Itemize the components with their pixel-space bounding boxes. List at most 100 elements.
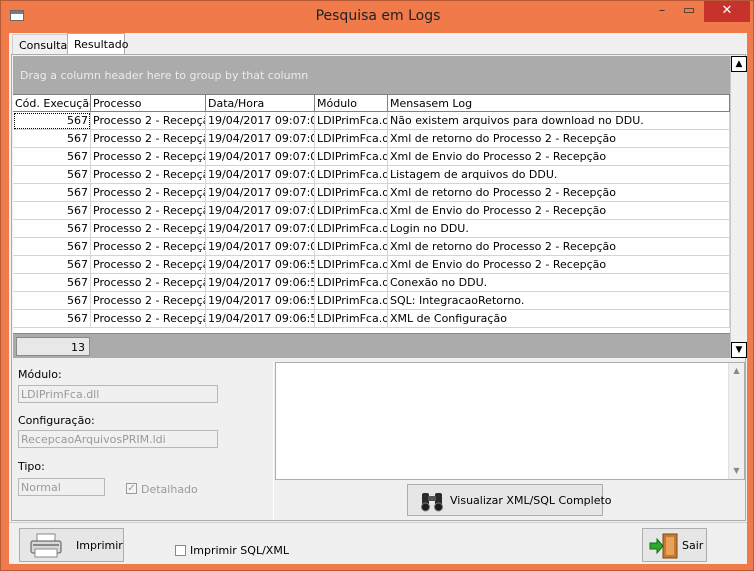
configuracao-field[interactable]: RecepcaoArquivosPRIM.ldi bbox=[18, 430, 218, 448]
cell-cod-execucao[interactable]: 567 bbox=[13, 130, 91, 148]
cell-cod-execucao[interactable]: 567 bbox=[13, 274, 91, 292]
cell-processo[interactable]: Processo 2 - Recepção bbox=[91, 130, 206, 148]
cell-mensagem-log[interactable]: Conexão no DDU. bbox=[388, 274, 730, 292]
cell-data-hora[interactable]: 19/04/2017 09:07:01 bbox=[206, 238, 315, 256]
cell-modulo[interactable]: LDIPrimFca.dll bbox=[315, 310, 388, 328]
memo-vertical-scrollbar[interactable]: ▲ ▼ bbox=[728, 363, 744, 479]
table-row[interactable]: 567 Processo 2 - Recepção 19/04/2017 09:07… bbox=[13, 202, 730, 220]
cell-mensagem-log[interactable]: Xml de retorno do Processo 2 - Recepção bbox=[388, 130, 730, 148]
cell-mensagem-log[interactable]: XML de Configuração bbox=[388, 310, 730, 328]
detalhado-checkbox[interactable]: ✓ bbox=[126, 483, 137, 494]
cell-mensagem-log[interactable]: Xml de Envio do Processo 2 - Recepção bbox=[388, 256, 730, 274]
memo-scroll-up-icon[interactable]: ▲ bbox=[729, 363, 744, 378]
cell-modulo[interactable]: LDIPrimFca.dll bbox=[315, 220, 388, 238]
cell-modulo[interactable]: LDIPrimFca.dll bbox=[315, 202, 388, 220]
column-header-modulo[interactable]: Módulo bbox=[315, 95, 388, 112]
cell-cod-execucao[interactable]: 567 bbox=[13, 310, 91, 328]
cell-data-hora[interactable]: 19/04/2017 09:07:01 bbox=[206, 220, 315, 238]
cell-processo[interactable]: Processo 2 - Recepção bbox=[91, 148, 206, 166]
cell-processo[interactable]: Processo 2 - Recepção bbox=[91, 292, 206, 310]
group-by-panel[interactable]: Drag a column header here to group by th… bbox=[13, 56, 730, 94]
title-bar[interactable]: Pesquisa em Logs – ▭ ✕ bbox=[1, 1, 754, 33]
cell-cod-execucao[interactable]: 567 bbox=[13, 292, 91, 310]
table-row[interactable]: 567 Processo 2 - Recepção 19/04/2017 09:07… bbox=[13, 148, 730, 166]
cell-data-hora[interactable]: 19/04/2017 09:07:03 bbox=[206, 148, 315, 166]
cell-data-hora[interactable]: 19/04/2017 09:06:59 bbox=[206, 292, 315, 310]
sair-button[interactable]: Sair bbox=[642, 528, 707, 562]
modulo-field[interactable]: LDIPrimFca.dll bbox=[18, 385, 218, 403]
scroll-down-arrow-icon[interactable]: ▼ bbox=[731, 342, 747, 358]
cell-cod-execucao[interactable]: 567 bbox=[13, 256, 91, 274]
cell-modulo[interactable]: LDIPrimFca.dll bbox=[315, 148, 388, 166]
table-row[interactable]: 567 Processo 2 - Recepção 19/04/2017 09:06… bbox=[13, 256, 730, 274]
cell-data-hora[interactable]: 19/04/2017 09:07:01 bbox=[206, 202, 315, 220]
memo-scroll-down-icon[interactable]: ▼ bbox=[729, 463, 744, 478]
cell-mensagem-log[interactable]: Xml de retorno do Processo 2 - Recepção bbox=[388, 184, 730, 202]
tab-consulta[interactable]: Consulta bbox=[12, 34, 68, 55]
grid-vertical-scrollbar[interactable]: ▲ ▼ bbox=[730, 56, 747, 358]
cell-cod-execucao[interactable]: 567 bbox=[13, 184, 91, 202]
cell-processo[interactable]: Processo 2 - Recepção bbox=[91, 112, 206, 130]
cell-modulo[interactable]: LDIPrimFca.dll bbox=[315, 256, 388, 274]
tab-resultado[interactable]: Resultado bbox=[67, 33, 128, 55]
table-row[interactable]: 567 Processo 2 - Recepção 19/04/2017 09:07… bbox=[13, 238, 730, 256]
column-header-data-hora[interactable]: Data/Hora bbox=[206, 95, 315, 112]
cell-data-hora[interactable]: 19/04/2017 09:07:04 bbox=[206, 112, 315, 130]
cell-cod-execucao[interactable]: 567 bbox=[13, 112, 91, 130]
cell-processo[interactable]: Processo 2 - Recepção bbox=[91, 238, 206, 256]
cell-data-hora[interactable]: 19/04/2017 09:06:59 bbox=[206, 256, 315, 274]
cell-mensagem-log[interactable]: Não existem arquivos para download no DD… bbox=[388, 112, 730, 130]
cell-mensagem-log[interactable]: Xml de retorno do Processo 2 - Recepção bbox=[388, 238, 730, 256]
close-button[interactable]: ✕ bbox=[704, 1, 750, 22]
cell-data-hora[interactable]: 19/04/2017 09:07:04 bbox=[206, 130, 315, 148]
table-row[interactable]: 567 Processo 2 - Recepção 19/04/2017 09:07… bbox=[13, 130, 730, 148]
cell-modulo[interactable]: LDIPrimFca.dll bbox=[315, 274, 388, 292]
cell-processo[interactable]: Processo 2 - Recepção bbox=[91, 310, 206, 328]
cell-cod-execucao[interactable]: 567 bbox=[13, 202, 91, 220]
table-row[interactable]: 567 Processo 2 - Recepção 19/04/2017 09:07… bbox=[13, 112, 730, 130]
scroll-thumb[interactable] bbox=[732, 73, 746, 323]
cell-cod-execucao[interactable]: 567 bbox=[13, 238, 91, 256]
cell-mensagem-log[interactable]: Login no DDU. bbox=[388, 220, 730, 238]
table-row[interactable]: 567 Processo 2 - Recepção 19/04/2017 09:06… bbox=[13, 310, 730, 328]
visualizar-xml-sql-button[interactable]: Visualizar XML/SQL Completo bbox=[407, 484, 612, 516]
cell-data-hora[interactable]: 19/04/2017 09:07:03 bbox=[206, 184, 315, 202]
cell-modulo[interactable]: LDIPrimFca.dll bbox=[315, 130, 388, 148]
cell-processo[interactable]: Processo 2 - Recepção bbox=[91, 256, 206, 274]
imprimir-sql-xml-checkbox[interactable] bbox=[175, 545, 186, 556]
cell-data-hora[interactable]: 19/04/2017 09:06:59 bbox=[206, 274, 315, 292]
cell-modulo[interactable]: LDIPrimFca.dll bbox=[315, 238, 388, 256]
cell-processo[interactable]: Processo 2 - Recepção bbox=[91, 184, 206, 202]
table-row[interactable]: 567 Processo 2 - Recepção 19/04/2017 09:06… bbox=[13, 274, 730, 292]
cell-processo[interactable]: Processo 2 - Recepção bbox=[91, 202, 206, 220]
cell-data-hora[interactable]: 19/04/2017 09:07:03 bbox=[206, 166, 315, 184]
cell-mensagem-log[interactable]: Xml de Envio do Processo 2 - Recepção bbox=[388, 148, 730, 166]
tipo-field[interactable]: Normal bbox=[18, 478, 105, 496]
cell-mensagem-log[interactable]: Xml de Envio do Processo 2 - Recepção bbox=[388, 202, 730, 220]
minimize-button[interactable]: – bbox=[649, 1, 675, 22]
cell-modulo[interactable]: LDIPrimFca.dll bbox=[315, 166, 388, 184]
column-header-mensagem-log[interactable]: Mensasem Log bbox=[388, 95, 730, 112]
scroll-up-arrow-icon[interactable]: ▲ bbox=[731, 56, 747, 72]
cell-data-hora[interactable]: 19/04/2017 09:06:59 bbox=[206, 310, 315, 328]
cell-modulo[interactable]: LDIPrimFca.dll bbox=[315, 292, 388, 310]
maximize-button[interactable]: ▭ bbox=[676, 1, 702, 22]
cell-modulo[interactable]: LDIPrimFca.dll bbox=[315, 184, 388, 202]
cell-mensagem-log[interactable]: SQL: IntegracaoRetorno. bbox=[388, 292, 730, 310]
table-row[interactable]: 567 Processo 2 - Recepção 19/04/2017 09:06… bbox=[13, 292, 730, 310]
cell-processo[interactable]: Processo 2 - Recepção bbox=[91, 166, 206, 184]
xml-sql-memo[interactable]: ▲ ▼ bbox=[275, 362, 745, 480]
imprimir-button[interactable]: Imprimir bbox=[19, 528, 124, 562]
table-row[interactable]: 567 Processo 2 - Recepção 19/04/2017 09:07… bbox=[13, 184, 730, 202]
table-row[interactable]: 567 Processo 2 - Recepção 19/04/2017 09:07… bbox=[13, 220, 730, 238]
cell-cod-execucao[interactable]: 567 bbox=[13, 148, 91, 166]
cell-modulo[interactable]: LDIPrimFca.dll bbox=[315, 112, 388, 130]
table-row[interactable]: 567 Processo 2 - Recepção 19/04/2017 09:07… bbox=[13, 166, 730, 184]
cell-processo[interactable]: Processo 2 - Recepção bbox=[91, 274, 206, 292]
cell-cod-execucao[interactable]: 567 bbox=[13, 220, 91, 238]
cell-mensagem-log[interactable]: Listagem de arquivos do DDU. bbox=[388, 166, 730, 184]
column-header-cod-execucao[interactable]: Cód. Execução bbox=[13, 95, 91, 112]
cell-processo[interactable]: Processo 2 - Recepção bbox=[91, 220, 206, 238]
results-grid[interactable]: Drag a column header here to group by th… bbox=[13, 56, 730, 358]
cell-cod-execucao[interactable]: 567 bbox=[13, 166, 91, 184]
